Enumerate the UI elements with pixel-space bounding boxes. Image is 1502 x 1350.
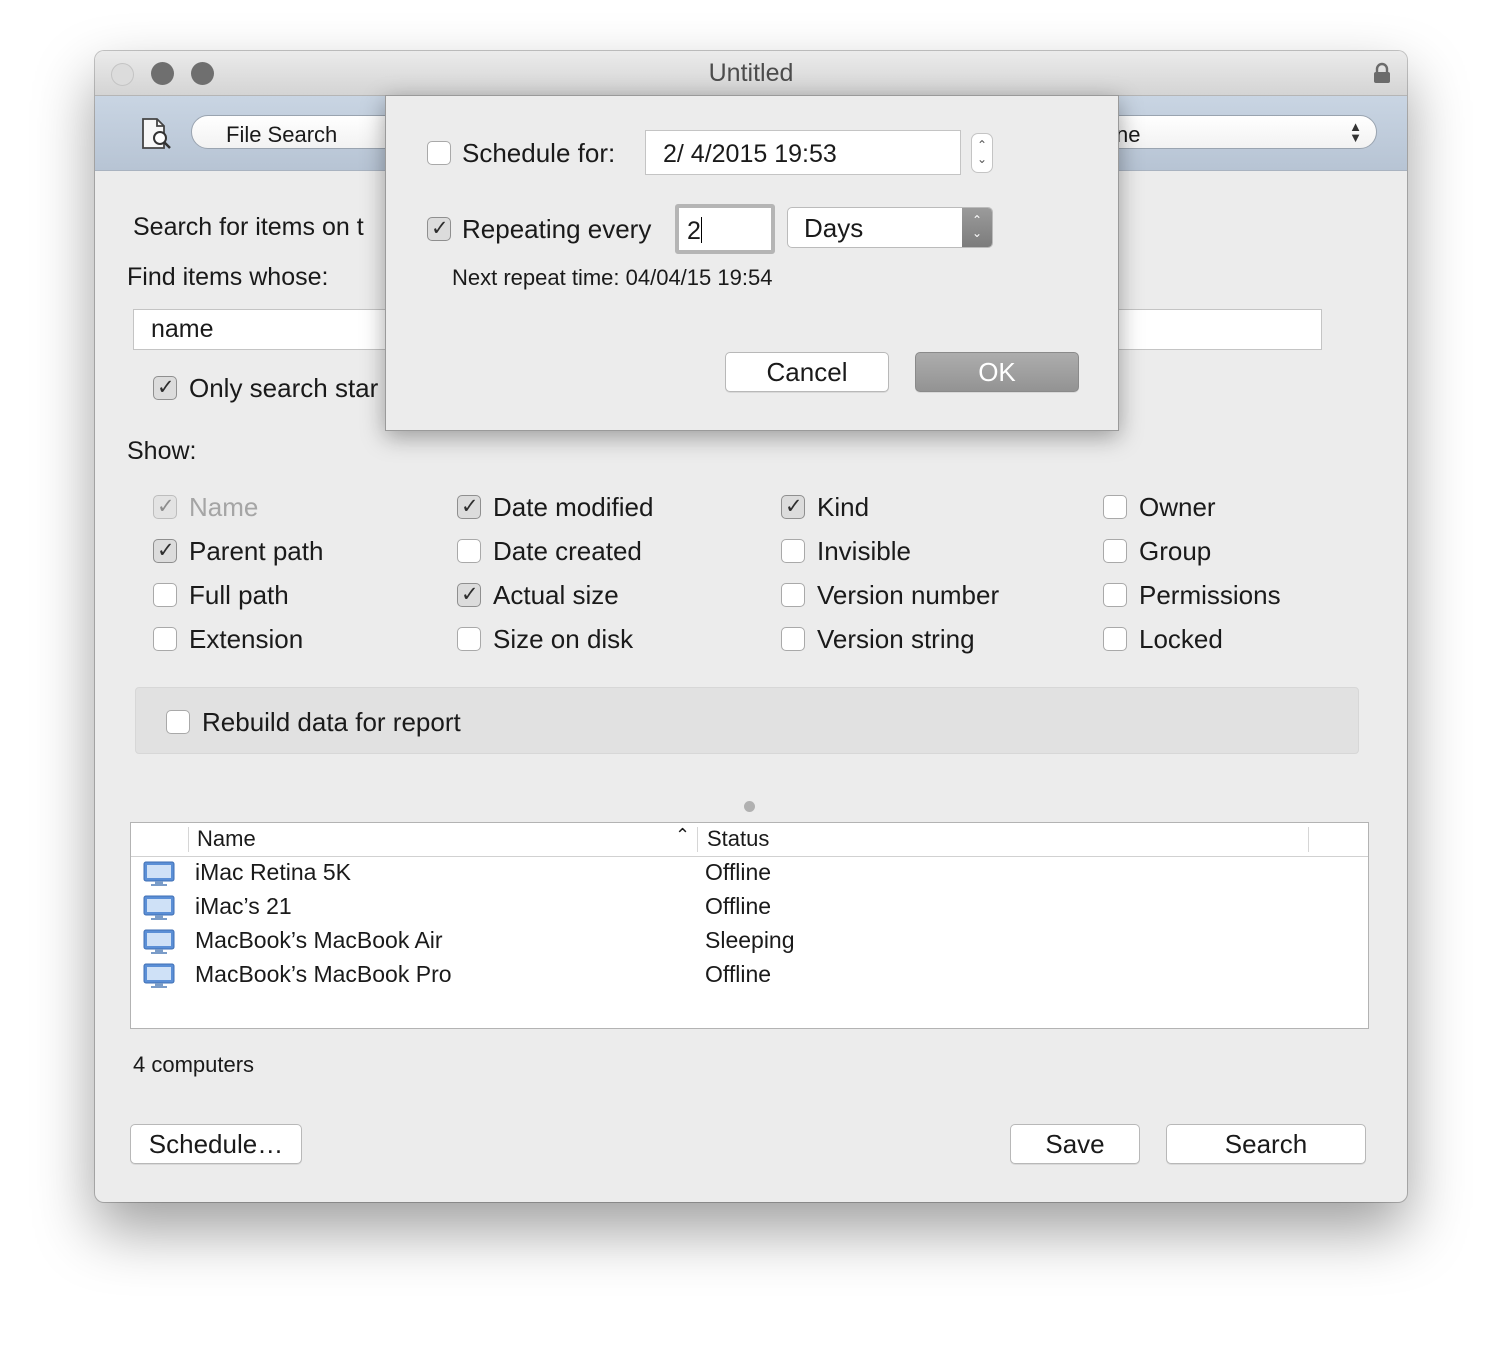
cancel-button[interactable]: Cancel [725,352,889,392]
row-name: MacBook’s MacBook Pro [195,961,452,987]
column-separator [697,827,698,852]
split-view-handle[interactable] [744,801,755,812]
row-status: Sleeping [705,927,795,953]
toolbar-popup[interactable]: ne ▲ ▼ [1095,115,1377,149]
locked-label: Locked [1139,624,1223,654]
find-items-label: Find items whose: [127,263,329,291]
version-string-checkbox[interactable] [781,627,805,651]
show-label: Show: [127,437,197,465]
rebuild-panel: Rebuild data for report [135,687,1359,754]
size-on-disk-checkbox[interactable] [457,627,481,651]
only-search-label: Only search star [189,373,379,403]
locked-checkbox[interactable] [1103,627,1127,651]
column-header-status[interactable]: Status [707,826,769,852]
search-on-label: Search for items on t [133,213,364,241]
table-row[interactable]: iMac’s 21 Offline [131,890,1368,924]
criteria-value: name [151,315,214,343]
parent-path-checkbox[interactable] [153,538,177,563]
name-checkbox [153,494,177,519]
save-button[interactable]: Save [1010,1124,1140,1164]
parent-path-label: Parent path [189,536,324,566]
repeat-unit-popup[interactable]: Days ⌃ ⌄ [787,207,993,248]
row-status: Offline [705,893,772,919]
next-repeat-time: Next repeat time: 04/04/15 19:54 [452,265,773,290]
schedule-for-label: Schedule for: [462,138,616,168]
row-status: Offline [705,961,772,987]
date-created-label: Date created [493,536,642,566]
schedule-for-checkbox[interactable] [427,141,451,165]
schedule-sheet: Schedule for: 2/ 4/2015 19:53 ⌃⌄ Repeati… [385,95,1119,431]
popup-arrows-icon: ⌃ ⌄ [962,208,992,247]
schedule-date-field[interactable]: 2/ 4/2015 19:53 [645,130,961,175]
file-search-icon[interactable] [139,117,173,151]
version-number-checkbox[interactable] [781,583,805,607]
column-separator [1308,827,1309,852]
group-label: Group [1139,536,1212,566]
table-row[interactable]: MacBook’s MacBook Air Sleeping [131,924,1368,958]
title-bar[interactable]: Untitled [95,51,1407,96]
extension-label: Extension [189,624,304,654]
date-modified-label: Date modified [493,492,654,522]
owner-label: Owner [1139,492,1216,522]
row-name: iMac’s 21 [195,893,292,919]
search-button[interactable]: Search [1166,1124,1366,1164]
table-header: Name ⌃ Status [131,823,1368,857]
row-name: iMac Retina 5K [195,859,351,885]
repeating-label: Repeating every [462,214,652,244]
computer-count: 4 computers [133,1052,255,1077]
computers-table: Name ⌃ Status iMac Retina 5K Offline iMa… [130,822,1369,1029]
permissions-checkbox[interactable] [1103,583,1127,607]
window-title: Untitled [708,59,794,87]
kind-label: Kind [817,492,870,522]
extension-checkbox[interactable] [153,627,177,651]
computer-icon [143,963,175,988]
repeat-interval-field[interactable]: 2 [675,204,775,254]
sort-ascending-icon: ⌃ [675,825,691,845]
column-header-name[interactable]: Name [197,826,256,852]
date-created-checkbox[interactable] [457,539,481,563]
kind-checkbox[interactable] [781,494,805,519]
repeat-unit-value: Days [804,213,864,243]
date-modified-checkbox[interactable] [457,494,481,519]
rebuild-checkbox[interactable] [166,710,190,734]
group-checkbox[interactable] [1103,539,1127,563]
owner-checkbox[interactable] [1103,495,1127,519]
actual-size-label: Actual size [493,580,619,610]
toolbar-popup-value: ne [1116,122,1141,147]
computer-icon [143,895,175,920]
table-row[interactable]: MacBook’s MacBook Pro Offline [131,958,1368,992]
row-name: MacBook’s MacBook Air [195,927,443,953]
popup-arrows-icon: ▲ ▼ [1349,119,1362,145]
computer-icon [143,929,175,954]
actual-size-checkbox[interactable] [457,582,481,607]
row-status: Offline [705,859,772,885]
rebuild-label: Rebuild data for report [202,707,461,737]
lock-icon[interactable] [1371,62,1393,84]
version-number-label: Version number [817,580,1000,610]
invisible-checkbox[interactable] [781,539,805,563]
full-path-label: Full path [189,580,289,610]
invisible-label: Invisible [817,536,911,566]
table-row[interactable]: iMac Retina 5K Offline [131,856,1368,890]
computer-icon [143,861,175,886]
only-search-checkbox[interactable] [153,375,177,400]
column-separator [188,827,189,852]
full-path-checkbox[interactable] [153,583,177,607]
repeating-checkbox[interactable] [427,216,451,241]
ok-button[interactable]: OK [915,352,1079,392]
date-stepper[interactable]: ⌃ ⌄ [971,133,993,173]
size-on-disk-label: Size on disk [493,624,634,654]
name-option-label: Name [189,492,259,522]
schedule-date-value: 2/ 4/2015 19:53 [663,140,837,168]
version-string-label: Version string [817,624,975,654]
permissions-label: Permissions [1139,580,1281,610]
schedule-button[interactable]: Schedule… [130,1124,302,1164]
repeat-interval-value: 2 [687,217,701,245]
